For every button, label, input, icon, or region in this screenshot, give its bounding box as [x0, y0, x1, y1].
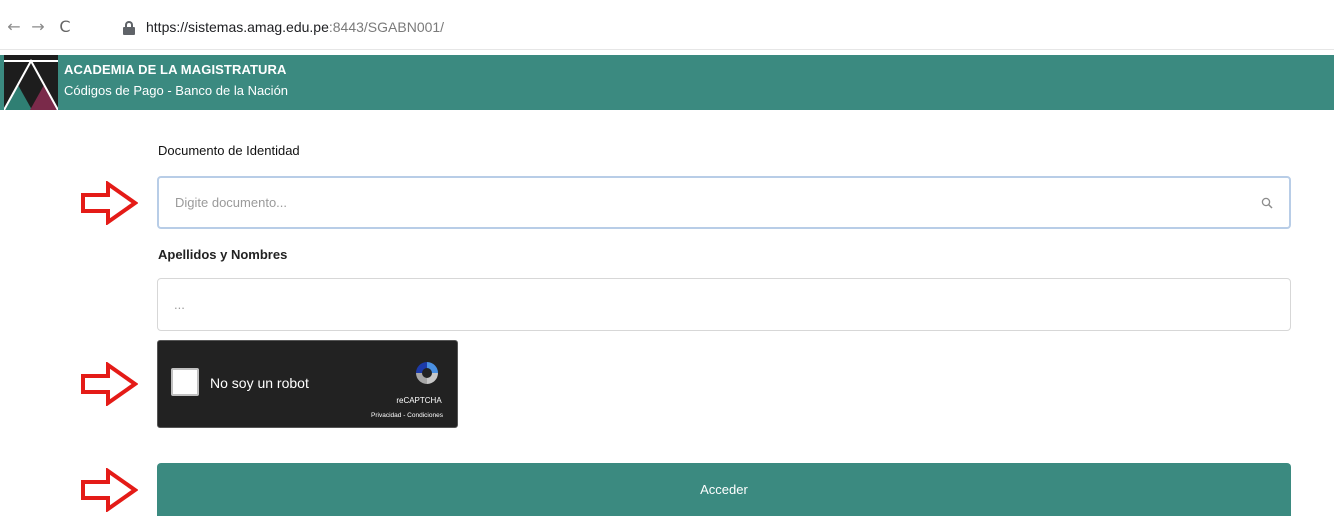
document-input[interactable]	[175, 178, 1255, 227]
lock-icon[interactable]	[123, 21, 135, 35]
recaptcha-widget: No soy un robot reCAPTCHA Privacidad - C…	[157, 340, 458, 428]
recaptcha-logo-icon	[416, 362, 438, 384]
url-path: :8443/SGABN001/	[328, 19, 445, 35]
recaptcha-privacy-terms[interactable]: Privacidad - Condiciones	[355, 412, 459, 419]
url-host: https://sistemas.amag.edu.pe	[146, 19, 329, 35]
red-arrow-icon	[81, 362, 138, 406]
academia-logo-icon	[4, 55, 58, 110]
red-arrow-icon	[81, 181, 138, 225]
forward-arrow-icon[interactable]: →	[29, 18, 47, 36]
back-arrow-icon[interactable]: ←	[5, 18, 23, 36]
search-icon[interactable]	[1261, 197, 1273, 209]
app-header: ACADEMIA DE LA MAGISTRATURA Códigos de P…	[0, 55, 1334, 110]
names-field[interactable]	[157, 278, 1291, 331]
url-text[interactable]: https://sistemas.amag.edu.pe:8443/SGABN0…	[146, 19, 444, 35]
red-arrow-icon	[81, 468, 138, 512]
document-field[interactable]	[157, 176, 1291, 229]
browser-toolbar: ← → C https://sistemas.amag.edu.pe:8443/…	[0, 0, 1334, 50]
header-title: ACADEMIA DE LA MAGISTRATURA	[64, 62, 287, 77]
address-bar[interactable]: https://sistemas.amag.edu.pe:8443/SGABN0…	[118, 16, 1334, 40]
document-label: Documento de Identidad	[158, 143, 300, 158]
recaptcha-brand: reCAPTCHA	[396, 396, 442, 405]
names-label: Apellidos y Nombres	[158, 247, 288, 262]
names-input[interactable]	[174, 279, 1254, 330]
acceder-button[interactable]: Acceder	[157, 463, 1291, 516]
header-subtitle: Códigos de Pago - Banco de la Nación	[64, 83, 289, 98]
reload-icon[interactable]: C	[56, 18, 74, 36]
recaptcha-label: No soy un robot	[210, 375, 309, 391]
recaptcha-checkbox[interactable]	[171, 368, 199, 396]
